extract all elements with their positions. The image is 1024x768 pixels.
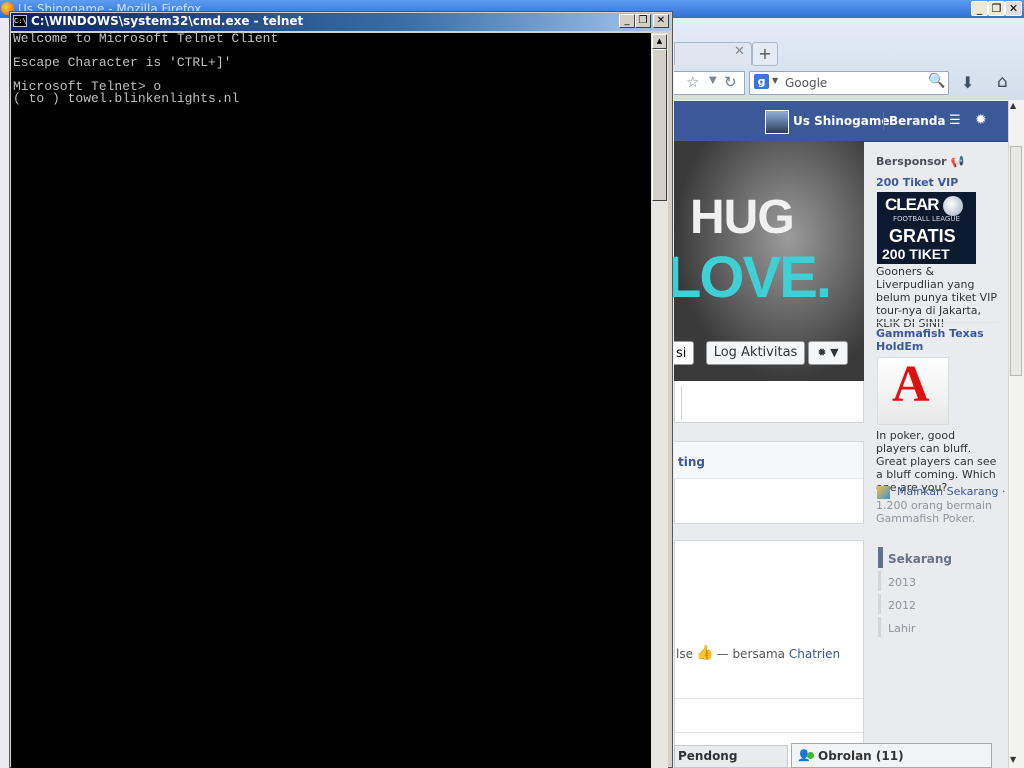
search-input[interactable] bbox=[749, 71, 949, 95]
card-divider bbox=[681, 386, 682, 420]
timeline-item-now[interactable]: Sekarang bbox=[888, 552, 952, 566]
console-output-area[interactable] bbox=[11, 33, 651, 768]
firefox-minimize-button[interactable]: _ bbox=[971, 1, 988, 16]
settings-gear-icon[interactable]: ✹ bbox=[975, 112, 987, 128]
play-now-link[interactable]: Mainkan Sekarang · bbox=[897, 485, 1006, 498]
status-tab-label[interactable]: ting bbox=[678, 455, 705, 469]
football-icon bbox=[943, 196, 963, 216]
ad-image-line2: 200 TIKET bbox=[882, 246, 950, 262]
ad-player-count: 1.200 orang bermain Gammafish Poker. bbox=[876, 499, 992, 525]
profile-info-card bbox=[674, 381, 864, 423]
cmd-close-button[interactable]: ✕ bbox=[653, 14, 669, 28]
megaphone-icon: 📢 bbox=[950, 155, 965, 168]
post-divider bbox=[675, 732, 863, 733]
post-friend-link[interactable]: Chatrien bbox=[789, 647, 840, 661]
post-divider bbox=[675, 698, 863, 699]
cmd-maximize-button[interactable]: ❐ bbox=[635, 14, 651, 28]
url-dropdown-icon[interactable]: ▼ bbox=[709, 75, 717, 86]
download-icon[interactable]: ⬇ bbox=[961, 73, 974, 92]
ad-divider bbox=[876, 322, 998, 323]
home-icon[interactable]: ⌂ bbox=[997, 72, 1008, 92]
timeline-line bbox=[878, 594, 881, 614]
google-engine-icon[interactable]: g bbox=[754, 74, 769, 89]
ad-image-line1: GRATIS bbox=[889, 226, 956, 246]
firefox-maximize-button[interactable]: ❐ bbox=[988, 1, 1005, 16]
profile-link[interactable]: Us Shinogame bbox=[793, 114, 889, 128]
console-scrollbar-thumb[interactable] bbox=[652, 49, 667, 201]
topbar-divider bbox=[883, 112, 884, 130]
home-link[interactable]: Beranda bbox=[889, 114, 946, 128]
chat-tab-label: Obrolan (11) bbox=[818, 749, 904, 763]
firefox-close-button[interactable]: ✕ bbox=[1005, 1, 1022, 16]
app-cube-icon bbox=[877, 486, 890, 499]
ad-image-subtitle: FOOTBALL LEAGUE bbox=[893, 215, 960, 223]
ace-card-icon: A bbox=[892, 356, 930, 413]
avatar[interactable] bbox=[765, 110, 789, 134]
bookmark-star-icon[interactable]: ☆ bbox=[686, 73, 699, 91]
scroll-down-icon[interactable]: ▼ bbox=[1010, 755, 1016, 764]
timeline-item-year[interactable]: Lahir bbox=[888, 622, 915, 635]
console-text: Welcome to Microsoft Telnet Client Escap… bbox=[13, 31, 279, 106]
timeline-item-year[interactable]: 2013 bbox=[888, 576, 916, 589]
timeline-item-year[interactable]: 2012 bbox=[888, 599, 916, 612]
scroll-up-icon[interactable]: ▲ bbox=[1010, 101, 1016, 110]
search-placeholder: Google bbox=[785, 76, 828, 90]
reload-icon[interactable]: ↻ bbox=[724, 73, 737, 91]
cover-text-line1: HUG bbox=[690, 191, 795, 244]
ad-body: Gooners & Liverpudlian yang belum punya … bbox=[876, 265, 997, 330]
cover-partial-button[interactable]: si bbox=[674, 341, 694, 365]
post-prefix: lse bbox=[676, 647, 693, 661]
friend-requests-icon[interactable]: ☰ bbox=[949, 113, 961, 128]
activity-log-button[interactable]: Log Aktivitas bbox=[706, 341, 805, 365]
sponsored-heading: Bersponsor 📢 bbox=[876, 155, 965, 168]
timeline-line bbox=[878, 571, 881, 591]
pending-tab-label: Pendong bbox=[678, 749, 738, 763]
console-icon[interactable]: C:\ bbox=[13, 15, 27, 27]
post-with-label: — bersama bbox=[716, 647, 786, 661]
timeline-line bbox=[878, 617, 881, 637]
online-status-icon bbox=[807, 752, 814, 759]
cmd-window-title: C:\WINDOWS\system32\cmd.exe - telnet bbox=[31, 14, 304, 28]
timeline-current-marker bbox=[878, 547, 883, 568]
search-engine-dropdown-icon[interactable]: ▼ bbox=[772, 76, 778, 85]
page-scrollbar-thumb[interactable] bbox=[1010, 146, 1022, 376]
tab-close-icon[interactable]: ✕ bbox=[734, 44, 745, 59]
new-tab-button[interactable]: + bbox=[752, 42, 778, 66]
ad-title[interactable]: Gammafish Texas HoldEm bbox=[876, 327, 1000, 353]
search-icon[interactable]: 🔍 bbox=[928, 73, 945, 89]
scroll-up-icon[interactable]: ▲ bbox=[652, 34, 667, 49]
like-thumb-icon[interactable]: 👍 bbox=[696, 645, 713, 661]
ad-title[interactable]: 200 Tiket VIP bbox=[876, 176, 958, 189]
cover-text-line2: LOVE. bbox=[666, 245, 832, 310]
cover-settings-button[interactable]: ✹ ▼ bbox=[808, 341, 848, 365]
cmd-minimize-button[interactable]: _ bbox=[619, 14, 635, 28]
ad-image-brand: CLEAR bbox=[885, 195, 940, 214]
